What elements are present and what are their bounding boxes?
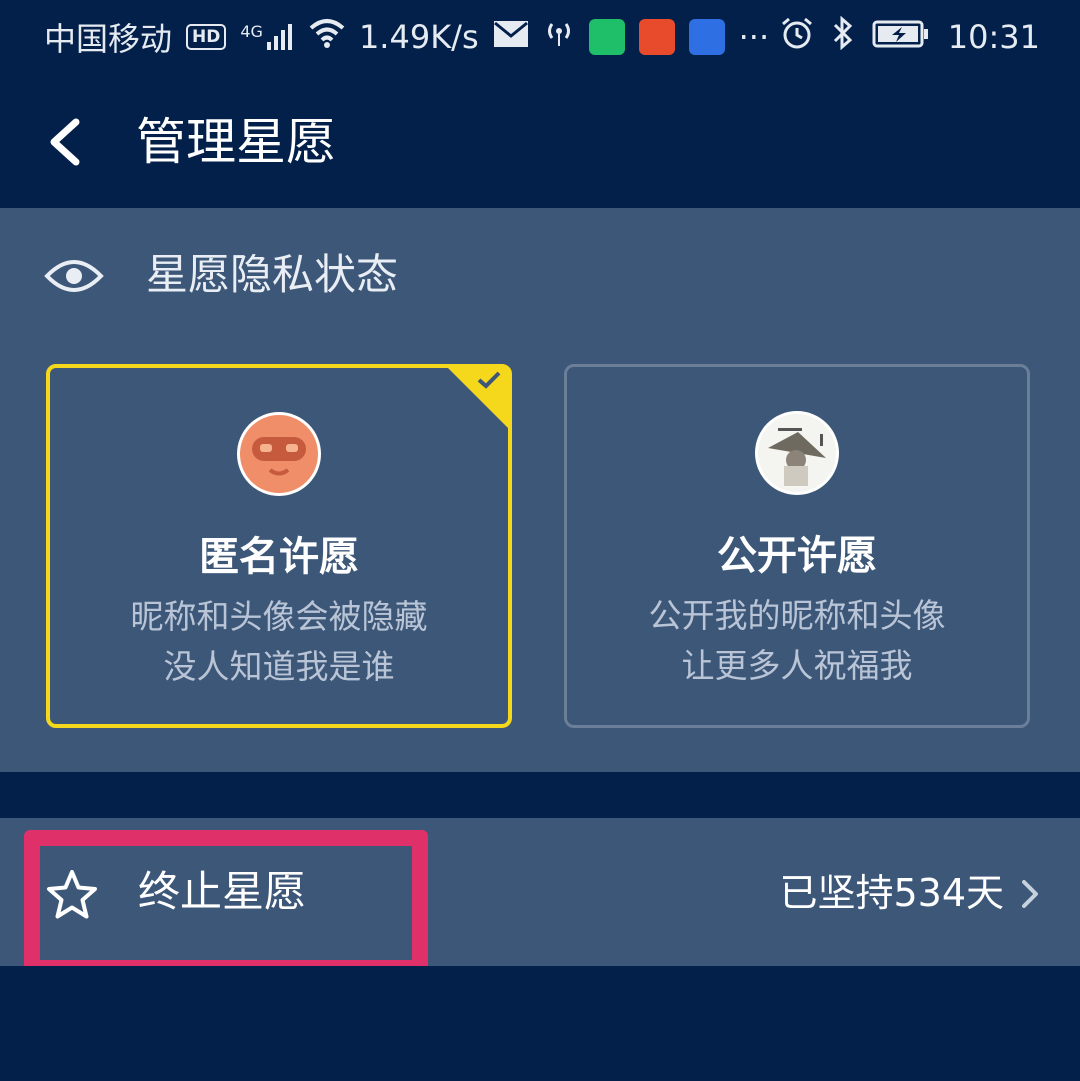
alarm-icon <box>780 16 814 58</box>
network-speed: 1.49K/s <box>358 18 479 56</box>
public-option-title: 公开许愿 <box>717 533 877 579</box>
public-option-card[interactable]: 公开许愿 公开我的昵称和头像 让更多人祝福我 <box>564 364 1030 728</box>
mail-icon <box>493 18 529 56</box>
page-title: 管理星愿 <box>136 113 336 171</box>
anonymous-option-title: 匿名许愿 <box>199 534 359 580</box>
bluetooth-icon <box>832 15 854 58</box>
app-notification-icon <box>638 19 675 55</box>
hd-badge: HD <box>186 24 227 50</box>
persist-days: 已坚持534天 <box>779 871 1004 915</box>
signal-icon: 4G <box>240 22 295 52</box>
check-icon <box>476 370 502 394</box>
anonymous-option-desc: 昵称和头像会被隐藏 没人知道我是谁 <box>130 597 428 686</box>
status-bar: 中国移动 HD 4G 1.49K/s ··· 10:31 <box>0 0 1080 74</box>
anonymous-avatar <box>237 412 321 496</box>
privacy-section: 星愿隐私状态 匿名许愿 昵称和头像会被隐藏 没人知道我是谁 公开许愿 公开我的昵… <box>0 208 1080 772</box>
baidu-icon <box>688 19 725 55</box>
chevron-left-icon[interactable] <box>44 118 88 166</box>
battery-icon <box>872 18 930 56</box>
more-notifications: ··· <box>738 18 770 56</box>
eye-icon <box>44 256 104 300</box>
user-avatar <box>755 411 839 495</box>
highlight-box <box>24 830 428 976</box>
public-option-desc: 公开我的昵称和头像 让更多人祝福我 <box>648 596 946 685</box>
wifi-icon <box>309 18 345 56</box>
clock-time: 10:31 <box>947 18 1040 56</box>
privacy-section-title: 星愿隐私状态 <box>146 250 399 299</box>
section-divider <box>0 772 1080 818</box>
chevron-right-icon <box>1020 878 1040 914</box>
bottom-background <box>0 966 1080 1081</box>
anonymous-option-card[interactable]: 匿名许愿 昵称和头像会被隐藏 没人知道我是谁 <box>46 364 512 728</box>
header-bar: 管理星愿 <box>0 74 1080 208</box>
hotspot-icon <box>543 18 575 56</box>
carrier-label: 中国移动 <box>44 20 173 58</box>
app-notification-icon <box>588 19 625 55</box>
